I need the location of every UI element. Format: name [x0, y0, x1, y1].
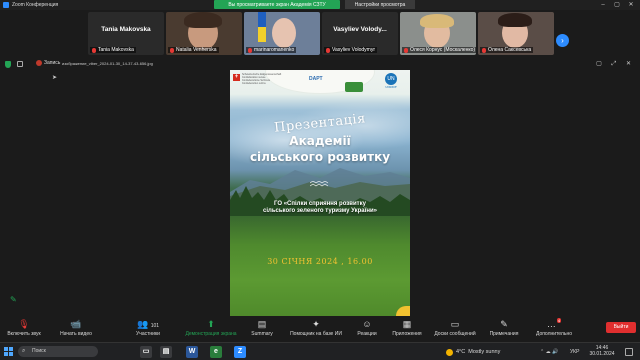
participant-label: Tania Makovska: [90, 47, 136, 53]
layout-icon[interactable]: [17, 61, 23, 67]
dapt-logo: DAPT: [309, 76, 323, 82]
windows-taskbar: ⌕ Поиск ▭ ▤ W e Z 4°C Mostly sunny ⌃ ☁ 🔊 …: [0, 342, 640, 360]
flag-yellow: [258, 27, 266, 42]
participant-tile[interactable]: Natalia Venherska: [166, 12, 242, 55]
share-banner[interactable]: Вы просматриваете экран Академія СЗТУ: [214, 0, 340, 9]
summary-button[interactable]: ▤ Summary: [244, 318, 280, 342]
mic-muted-icon: [170, 47, 174, 53]
participant-label: Олена Саксевська: [480, 47, 534, 53]
decorative-zigzag-icon: [310, 181, 329, 187]
participant-label: Олеся Корнус (Москаленко): [402, 47, 476, 53]
more-button[interactable]: … 4 Дополнительно: [530, 318, 578, 342]
taskbar-clock[interactable]: 14:46 30.01.2024: [587, 345, 617, 357]
security-shield-icon[interactable]: [5, 61, 11, 68]
mic-muted-icon: [92, 47, 96, 53]
share-screen-icon: ⬆: [207, 319, 215, 329]
system-tray-icons[interactable]: ⌃ ☁ 🔊: [540, 346, 558, 358]
participant-label: marinaromanenko: [246, 47, 297, 53]
view-options-button[interactable]: Настройки просмотра: [345, 0, 415, 9]
unmute-button[interactable]: 🎙 Включить звук: [4, 318, 44, 342]
shared-screen-slide: + Schweizerische Eidgenossenschaft Confé…: [230, 70, 410, 316]
whiteboards-button[interactable]: ▭ Доски сообщений: [430, 318, 480, 342]
participant-tile[interactable]: Vasyliev Volody... Vasyliev Volodymyr: [322, 12, 398, 55]
share-toolbar: Запись изображение_viber_2024-01-30_14-3…: [0, 58, 640, 70]
participant-name-large: Tania Makovska: [101, 26, 151, 33]
next-participants-button[interactable]: ›: [556, 34, 569, 47]
notes-button[interactable]: ✎ Примечания: [484, 318, 524, 342]
organizer-line2: сільського зеленого туризму України»: [263, 208, 377, 214]
slide-title-line1: Академії: [289, 134, 351, 148]
apps-icon: ▦: [402, 319, 412, 329]
participant-tile[interactable]: Олена Саксевська: [478, 12, 554, 55]
reactions-button[interactable]: ☺ Реакции: [352, 318, 382, 342]
mic-muted-icon: [482, 47, 486, 53]
participant-video-hair: [184, 12, 222, 28]
participant-video-hair: [420, 14, 454, 28]
summary-icon: ▤: [257, 319, 267, 329]
file-explorer-icon[interactable]: ▤: [160, 346, 172, 358]
zoom-window: Zoom Конференция Вы просматриваете экран…: [0, 0, 640, 360]
windows-start-icon[interactable]: [4, 347, 13, 356]
meeting-toolbar: 🎙 Включить звук 📹 Начать видео 👥 101 Уча…: [0, 316, 640, 342]
record-icon: [36, 60, 42, 66]
slide-title-line2: сільського розвитку: [249, 150, 391, 164]
shared-file-name: изображение_viber_2024-01-30_14-37-43-65…: [62, 61, 153, 66]
search-icon: ⌕: [22, 348, 26, 354]
organizer-line1: ГО «Спілки сприяння розвитку: [274, 201, 366, 207]
close-icon[interactable]: ✕: [624, 0, 638, 10]
academy-logo: [345, 82, 363, 92]
reaction-smile-icon: ☺: [362, 319, 372, 329]
whiteboard-icon: ▭: [450, 319, 460, 329]
sun-icon: [446, 348, 453, 356]
zoom-logo-icon: [3, 2, 9, 8]
cursor-icon: ➤: [52, 75, 58, 81]
maximize-icon[interactable]: ▢: [610, 0, 624, 10]
mic-muted-icon: [248, 47, 252, 53]
language-indicator[interactable]: УКР: [570, 346, 579, 358]
word-icon[interactable]: W: [186, 346, 198, 358]
participant-name-large: Vasyliev Volody...: [333, 26, 387, 33]
participants-icon: 👥 101: [136, 319, 160, 329]
participant-tile[interactable]: Олеся Корнус (Москаленко): [400, 12, 476, 55]
undp-logo-text: U N D P: [385, 85, 397, 89]
leave-button[interactable]: Выйти: [606, 322, 636, 333]
swiss-confederation-text: Schweizerische Eidgenossenschaft Confédé…: [242, 73, 282, 85]
un-emblem-icon: UN: [385, 73, 397, 85]
notification-badge: 4: [556, 318, 562, 323]
zoom-taskbar-icon[interactable]: Z: [234, 346, 246, 358]
participant-video: [272, 18, 296, 48]
apps-button[interactable]: ▦ Приложения: [386, 318, 428, 342]
annotate-pencil-icon[interactable]: ✎: [10, 296, 18, 304]
mic-off-icon: 🎙: [18, 319, 30, 329]
recording-indicator[interactable]: Запись: [36, 60, 60, 66]
task-view-icon[interactable]: ▭: [140, 346, 152, 358]
edge-icon[interactable]: e: [210, 346, 222, 358]
window-title: Zoom Конференция: [12, 2, 59, 8]
weather-widget[interactable]: 4°C Mostly sunny: [446, 346, 500, 358]
ai-sparkle-icon: ✦: [312, 319, 320, 329]
participant-video-hair: [498, 13, 532, 27]
more-icon: … 4: [546, 318, 562, 329]
ai-companion-button[interactable]: ✦ Помощник на базе ИИ: [284, 318, 348, 342]
participants-button[interactable]: 👥 101 Участники: [128, 318, 168, 342]
notes-icon: ✎: [500, 319, 508, 329]
notification-icon[interactable]: [625, 348, 633, 356]
view-controls[interactable]: ▢ ⤢ ✕: [596, 60, 635, 68]
participant-strip: Tania Makovska Tania Makovska Natalia Ve…: [0, 10, 640, 56]
video-off-icon: 📹: [70, 319, 82, 329]
mic-muted-icon: [404, 47, 408, 53]
corner-decoration: [396, 306, 410, 316]
share-screen-button[interactable]: ⬆ Демонстрация экрана: [180, 318, 242, 342]
event-date: 30 СІЧНЯ 2024 , 16.00: [267, 257, 373, 266]
participant-label: Natalia Venherska: [168, 47, 219, 53]
participant-label: Vasyliev Volodymyr: [324, 47, 377, 53]
start-video-button[interactable]: 📹 Начать видео: [54, 318, 98, 342]
mic-muted-icon: [326, 47, 330, 53]
minimize-icon[interactable]: –: [596, 0, 610, 10]
participant-tile[interactable]: Tania Makovska Tania Makovska: [88, 12, 164, 55]
taskbar-search-input[interactable]: ⌕ Поиск: [18, 346, 98, 357]
swiss-flag-icon: +: [233, 74, 240, 81]
participant-tile[interactable]: marinaromanenko: [244, 12, 320, 55]
